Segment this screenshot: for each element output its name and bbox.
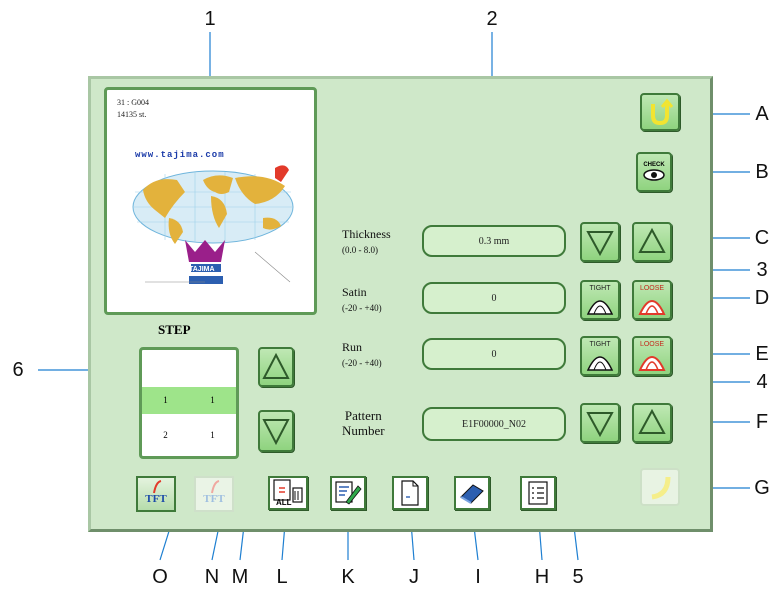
- pattern-down-button[interactable]: [580, 403, 620, 443]
- thickness-range: (0.0 - 8.0): [342, 245, 378, 255]
- loose-label: LOOSE: [639, 284, 665, 292]
- step-row-selected[interactable]: 1 1: [142, 387, 236, 414]
- triangle-up-icon: [638, 227, 666, 253]
- callout-3: 3: [756, 259, 768, 281]
- tajima-logo-text: TAJIMA: [189, 266, 215, 273]
- document-icon: [401, 480, 419, 506]
- thickness-field[interactable]: 0.3 mm: [422, 225, 566, 257]
- eye-icon: [643, 169, 665, 181]
- loose-label-2: LOOSE: [639, 340, 665, 348]
- pattern-up-button[interactable]: [632, 403, 672, 443]
- list-button[interactable]: [520, 476, 556, 510]
- pale-needle-icon: [211, 480, 220, 494]
- thickness-down-button[interactable]: [580, 222, 620, 262]
- step-row[interactable]: [142, 352, 236, 379]
- step-title: STEP: [158, 322, 191, 337]
- satin-label-text: Satin: [342, 285, 367, 299]
- run-range: (-20 - +40): [342, 358, 382, 368]
- tft-label: TFT: [145, 493, 167, 505]
- step-cell: 1: [210, 430, 215, 440]
- run-tight-button[interactable]: TIGHT: [580, 336, 620, 376]
- step-cell: 1: [210, 395, 215, 405]
- callout-2: 2: [486, 8, 498, 30]
- preview-url-text: www.tajima.com: [135, 150, 225, 160]
- tight-label-2: TIGHT: [589, 340, 611, 348]
- step-cell: [189, 352, 236, 379]
- edit-button[interactable]: [330, 476, 366, 510]
- delete-all-button[interactable]: ALL: [268, 476, 308, 510]
- step-cell: 2: [163, 430, 168, 440]
- callout-5: 5: [572, 566, 584, 588]
- callout-i: I: [475, 566, 481, 588]
- callout-n: N: [204, 566, 220, 588]
- callout-l: L: [276, 566, 288, 588]
- step-row[interactable]: 2 1: [142, 422, 236, 449]
- pattern-label-line2: Number: [342, 423, 385, 438]
- back-button[interactable]: [640, 93, 680, 131]
- pattern-label-line1: Pattern: [344, 408, 382, 423]
- callout-c: C: [754, 227, 770, 249]
- thickness-up-button[interactable]: [632, 222, 672, 262]
- forward-arrow-icon: [651, 476, 671, 500]
- callout-a: A: [755, 103, 769, 125]
- run-loose-button[interactable]: LOOSE: [632, 336, 672, 376]
- eraser-button[interactable]: [454, 476, 490, 510]
- satin-range: (-20 - +40): [342, 303, 382, 313]
- satin-label: Satin (-20 - +40): [342, 285, 382, 316]
- satin-tight-button[interactable]: TIGHT: [580, 280, 620, 320]
- triangle-up-icon: [262, 352, 290, 379]
- triangle-down-icon: [586, 231, 614, 257]
- callout-k: K: [341, 566, 355, 588]
- tight-label: TIGHT: [589, 284, 611, 292]
- back-arrow-icon: [651, 98, 674, 126]
- red-needle-icon: [153, 480, 162, 494]
- tight-stitch-icon: [586, 299, 614, 315]
- callout-1: 1: [204, 8, 216, 30]
- new-file-button[interactable]: [392, 476, 428, 510]
- satin-loose-button[interactable]: LOOSE: [632, 280, 672, 320]
- tight-stitch-icon: [586, 355, 614, 371]
- thickness-label-text: Thickness: [342, 227, 391, 241]
- callout-g: G: [754, 477, 770, 499]
- callout-h: H: [534, 566, 550, 588]
- callout-m: M: [231, 566, 249, 588]
- callout-f: F: [755, 411, 769, 433]
- satin-field[interactable]: 0: [422, 282, 566, 314]
- tft-label-disabled: TFT: [203, 493, 225, 505]
- callout-b: B: [755, 161, 769, 183]
- loose-stitch-icon: [638, 299, 666, 315]
- thickness-label: Thickness (0.0 - 8.0): [342, 227, 391, 258]
- preview-line-1: 31 : G004: [117, 98, 149, 107]
- triangle-down-icon: [586, 412, 614, 438]
- callout-o: O: [152, 566, 168, 588]
- check-button[interactable]: CHECK: [636, 152, 672, 192]
- tft-enable-button[interactable]: TFT: [136, 476, 176, 512]
- pattern-label: Pattern Number: [342, 408, 385, 438]
- run-label-text: Run: [342, 340, 363, 354]
- step-cell: [142, 352, 189, 379]
- triangle-up-icon: [638, 408, 666, 434]
- step-down-button[interactable]: [258, 410, 294, 452]
- step-up-button[interactable]: [258, 347, 294, 387]
- triangle-down-icon: [262, 419, 290, 446]
- preview-line-2: 14135 st.: [117, 110, 147, 119]
- run-field[interactable]: 0: [422, 338, 566, 370]
- edit-pencil-icon: [335, 481, 362, 505]
- run-label: Run (-20 - +40): [342, 340, 382, 371]
- list-icon: [528, 481, 548, 505]
- all-label: ALL: [276, 498, 292, 507]
- pattern-number-field[interactable]: E1F00000_N02: [422, 407, 566, 441]
- callout-6: 6: [12, 359, 24, 381]
- forward-button[interactable]: [640, 468, 680, 506]
- callout-d: D: [754, 287, 770, 309]
- callout-j: J: [409, 566, 419, 588]
- callout-4: 4: [756, 371, 768, 393]
- callout-e: E: [755, 343, 769, 365]
- eraser-icon: [460, 484, 484, 504]
- design-preview: 31 : G004 14135 st. www.tajima.com TAJIM…: [104, 87, 317, 315]
- tft-disable-button[interactable]: TFT: [194, 476, 234, 512]
- loose-stitch-icon: [638, 355, 666, 371]
- step-list: 1 1 2 1: [139, 347, 239, 459]
- step-cell: 1: [163, 395, 168, 405]
